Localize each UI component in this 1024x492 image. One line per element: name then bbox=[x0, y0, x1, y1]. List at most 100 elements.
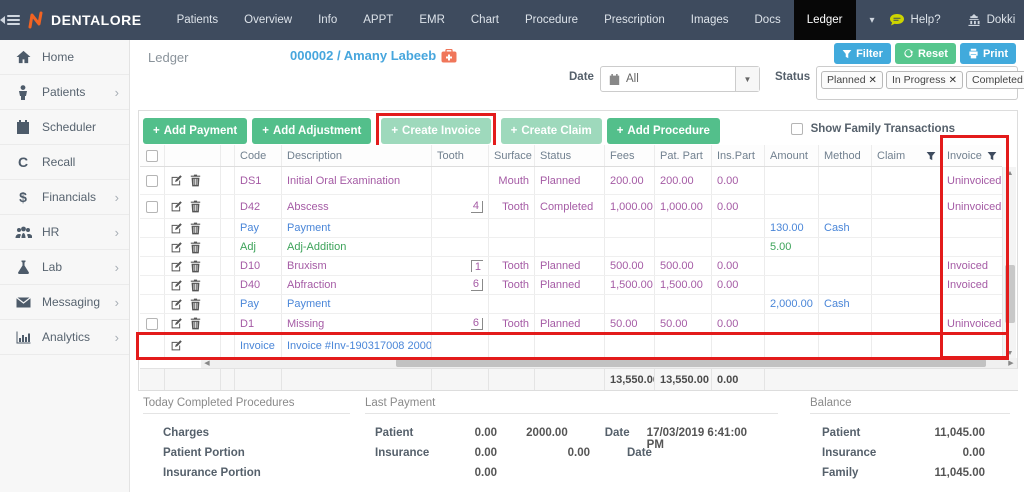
remove-tag-icon[interactable]: ✕ bbox=[869, 75, 877, 86]
surface-cell: Tooth bbox=[489, 257, 535, 275]
create-claim-button[interactable]: +Create Claim bbox=[501, 118, 602, 144]
sidebar-item-hr[interactable]: HR › bbox=[0, 215, 129, 250]
nav-item-overview[interactable]: Overview bbox=[231, 0, 305, 40]
invoice-header[interactable]: Invoice bbox=[942, 145, 1002, 166]
sidebar-item-recall[interactable]: C Recall bbox=[0, 145, 129, 180]
print-button[interactable]: Print bbox=[960, 43, 1016, 64]
vertical-scrollbar[interactable]: ▲ ▼ bbox=[1002, 167, 1016, 359]
sidebar-item-home[interactable]: Home bbox=[0, 40, 129, 75]
sidebar-item-analytics[interactable]: Analytics › bbox=[0, 320, 129, 355]
edit-icon[interactable] bbox=[170, 317, 183, 330]
sidebar-item-patients[interactable]: Patients › bbox=[0, 75, 129, 110]
trash-icon[interactable] bbox=[190, 317, 201, 330]
table-row[interactable]: Invoice Invoice #Inv-190317008 2000.00 bbox=[140, 334, 1002, 358]
create-invoice-button[interactable]: +Create Invoice bbox=[381, 118, 490, 144]
status-filter-box[interactable]: Planned✕ In Progress✕ Completed✕ bbox=[816, 66, 1018, 100]
table-row[interactable]: Pay Payment 2,000.00 Cash bbox=[140, 295, 1002, 314]
nav-item-docs[interactable]: Docs bbox=[742, 0, 794, 40]
sidebar-item-lab[interactable]: Lab › bbox=[0, 250, 129, 285]
table-row[interactable]: D1 Missing 6 Tooth Planned 50.00 50.00 0… bbox=[140, 314, 1002, 334]
nav-item-procedure[interactable]: Procedure bbox=[512, 0, 591, 40]
date-dropdown-caret[interactable]: ▼ bbox=[735, 67, 759, 91]
invoice-cell: Invoiced bbox=[942, 257, 1002, 275]
plus-icon: + bbox=[153, 125, 160, 137]
remove-tag-icon[interactable]: ✕ bbox=[949, 75, 957, 86]
invoice-filter-funnel-icon[interactable] bbox=[987, 151, 997, 161]
amount-cell bbox=[765, 276, 819, 294]
trash-icon[interactable] bbox=[190, 200, 201, 213]
trash-icon[interactable] bbox=[190, 260, 201, 273]
trash-icon[interactable] bbox=[190, 279, 201, 292]
nav-item-emr[interactable]: EMR bbox=[406, 0, 458, 40]
reset-button[interactable]: Reset bbox=[895, 43, 956, 64]
row-checkbox[interactable] bbox=[146, 175, 158, 187]
edit-icon[interactable] bbox=[170, 279, 183, 292]
nav-item-prescription[interactable]: Prescription bbox=[591, 0, 678, 40]
nav-item-images[interactable]: Images bbox=[678, 0, 742, 40]
add-payment-button[interactable]: +Add Payment bbox=[143, 118, 247, 144]
scroll-left-arrow[interactable]: ◀ bbox=[201, 358, 213, 368]
sidebar-item-messaging[interactable]: Messaging › bbox=[0, 285, 129, 320]
nav-item-appt[interactable]: APPT bbox=[350, 0, 406, 40]
edit-icon[interactable] bbox=[170, 200, 183, 213]
table-row[interactable]: Adj Adj-Addition 5.00 bbox=[140, 238, 1002, 257]
dollar-icon: $ bbox=[14, 189, 32, 205]
pat-part-header[interactable]: Pat. Part bbox=[655, 145, 712, 166]
help-link[interactable]: Help? bbox=[889, 13, 941, 27]
table-row[interactable]: D42 Abscess 4 Tooth Completed 1,000.00 1… bbox=[140, 195, 1002, 219]
edit-icon[interactable] bbox=[170, 298, 183, 311]
scroll-right-arrow[interactable]: ▶ bbox=[1005, 358, 1017, 368]
horizontal-scrollbar[interactable]: ◀ ▶ bbox=[201, 358, 1017, 368]
vertical-scroll-thumb[interactable] bbox=[1005, 265, 1015, 323]
fees-header[interactable]: Fees bbox=[605, 145, 655, 166]
plus-icon: + bbox=[617, 125, 624, 137]
filter-button[interactable]: Filter bbox=[834, 43, 891, 64]
nav-item-chart[interactable]: Chart bbox=[458, 0, 512, 40]
table-row[interactable]: D40 Abfraction 6 Tooth Planned 1,500.00 … bbox=[140, 276, 1002, 295]
nav-item-ledger[interactable]: Ledger bbox=[794, 0, 856, 40]
method-header[interactable]: Method bbox=[819, 145, 872, 166]
trash-icon[interactable] bbox=[190, 222, 201, 235]
tooth-header[interactable]: Tooth bbox=[432, 145, 489, 166]
trash-icon[interactable] bbox=[190, 241, 201, 254]
amount-header[interactable]: Amount bbox=[765, 145, 819, 166]
table-row[interactable]: Pay Payment 130.00 Cash bbox=[140, 219, 1002, 238]
claim-header[interactable]: Claim bbox=[872, 145, 942, 166]
select-all-checkbox[interactable] bbox=[146, 150, 158, 162]
edit-icon[interactable] bbox=[170, 174, 183, 187]
table-row[interactable]: DS1 Initial Oral Examination Mouth Plann… bbox=[140, 167, 1002, 195]
edit-icon[interactable] bbox=[170, 260, 183, 273]
code-header[interactable]: Code bbox=[235, 145, 282, 166]
edit-icon[interactable] bbox=[170, 241, 183, 254]
horizontal-scroll-thumb[interactable] bbox=[396, 359, 986, 367]
ins-part-header[interactable]: Ins.Part bbox=[712, 145, 765, 166]
scroll-up-arrow[interactable]: ▲ bbox=[1003, 167, 1017, 179]
add-adjustment-button[interactable]: +Add Adjustment bbox=[252, 118, 371, 144]
nav-item-patients[interactable]: Patients bbox=[164, 0, 232, 40]
claim-filter-funnel-icon[interactable] bbox=[926, 151, 936, 161]
sidebar-item-scheduler[interactable]: Scheduler bbox=[0, 110, 129, 145]
row-checkbox[interactable] bbox=[146, 201, 158, 213]
trash-icon[interactable] bbox=[190, 174, 201, 187]
sidebar-item-financials[interactable]: $ Financials › bbox=[0, 180, 129, 215]
patient-link[interactable]: 000002 / Amany Labeeb bbox=[290, 48, 457, 63]
ins-part-cell bbox=[712, 238, 765, 256]
add-procedure-button[interactable]: +Add Procedure bbox=[607, 118, 720, 144]
date-filter-dropdown[interactable]: All ▼ bbox=[600, 66, 760, 92]
description-header[interactable]: Description bbox=[282, 145, 432, 166]
brand-logo[interactable]: DENTALORE bbox=[28, 11, 142, 29]
table-row[interactable]: D10 Bruxism 1 Tooth Planned 500.00 500.0… bbox=[140, 257, 1002, 276]
surface-header[interactable]: Surface bbox=[489, 145, 535, 166]
status-header[interactable]: Status bbox=[535, 145, 605, 166]
sidebar-collapse-button[interactable] bbox=[0, 15, 20, 25]
show-family-checkbox[interactable] bbox=[791, 123, 803, 135]
edit-icon[interactable] bbox=[170, 339, 183, 352]
fees-cell bbox=[605, 295, 655, 313]
clinic-selector[interactable]: Dokki bbox=[967, 14, 1016, 26]
trash-icon[interactable] bbox=[190, 298, 201, 311]
method-cell bbox=[819, 314, 872, 333]
nav-item-info[interactable]: Info bbox=[305, 0, 350, 40]
edit-icon[interactable] bbox=[170, 222, 183, 235]
nav-more-dropdown[interactable]: ▾ bbox=[856, 15, 889, 26]
row-checkbox[interactable] bbox=[146, 318, 158, 330]
